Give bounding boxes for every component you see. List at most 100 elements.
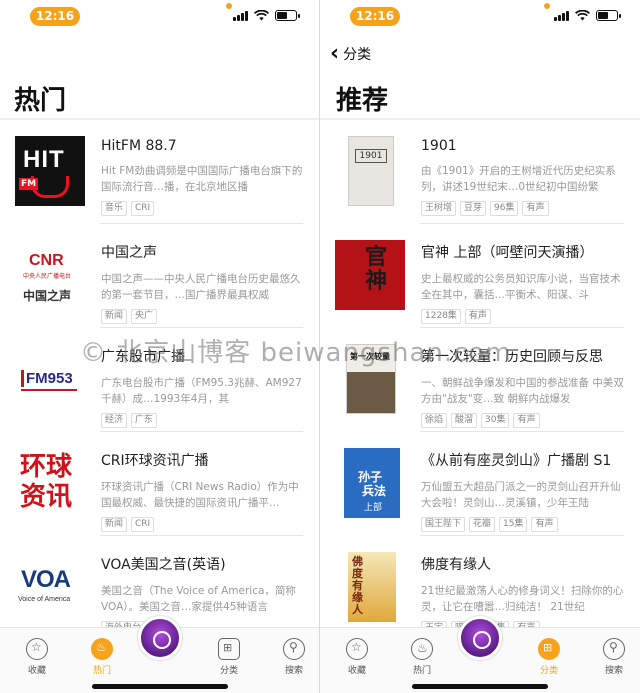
cover-text: 1901 (355, 149, 387, 163)
list-item[interactable]: FM953 广东股市广播 广东电台股市广播（FM95.3兆赫、AM927千赫）成… (0, 328, 319, 432)
tab-label: 搜索 (604, 666, 623, 676)
book-cover-1901: 1901 (348, 136, 394, 206)
tab-search[interactable]: ⚲ 搜索 (274, 638, 314, 676)
item-description: 美国之音（The Voice of America，简称VOA）。美国之音…家提… (101, 585, 296, 613)
app-screens: 12:16 热门 HIT FM HitFM 88.7 Hit FM劲曲调频是中国… (0, 0, 640, 693)
item-tag: 国王陛下 (421, 517, 466, 532)
tab-category[interactable]: ⊞ 分类 (209, 638, 249, 676)
status-dot (544, 3, 550, 9)
fire-icon: ♨ (91, 638, 113, 660)
station-logo-cri-news: 环球 资讯 (15, 448, 85, 518)
back-button[interactable]: ‹ 分类 (330, 41, 372, 66)
logo-text: 资讯 (20, 482, 73, 512)
item-tag: 王树增 (421, 201, 457, 216)
logo-text: 中国之声 (23, 289, 72, 303)
battery-icon (275, 10, 300, 21)
list-item[interactable]: 环球 资讯 CRI环球资讯广播 环球资讯广播（CRI News Radio）作为… (0, 432, 319, 536)
status-time: 12:16 (30, 7, 80, 26)
tab-label: 热门 (92, 666, 111, 676)
book-cover-lingjianshan: 孙子 兵法 上部 (344, 448, 400, 518)
cover-text: 第一次较量 (350, 352, 390, 361)
station-logo-hitfm: HIT FM (15, 136, 85, 206)
list-item[interactable]: 官神 官神 上部（呵壁问天演播） 史上最权威的公务员知识库小说，当官技术全在其中… (320, 224, 640, 328)
item-description: 一、朝鲜战争爆发和中国的参战准备 中美双方由"战友"变…致 朝鲜内战爆发 (421, 377, 624, 405)
grid-icon: ⊞ (538, 638, 560, 660)
tab-label: 热门 (412, 666, 431, 676)
page-title: 热门 (14, 86, 67, 116)
logo-text: FM (19, 178, 39, 190)
item-title: 中国之声 (101, 245, 157, 261)
star-icon: ☆ (346, 638, 368, 660)
item-tag: 新闻 (101, 309, 128, 324)
status-bar: 12:16 (0, 0, 319, 32)
home-indicator (91, 684, 228, 689)
signal-icon (233, 10, 248, 21)
recommend-screen: 12:16 ‹ 分类 推荐 1901 1901 由《1901》开启的王树增近代历… (320, 0, 640, 693)
item-tag: 30集 (481, 413, 510, 428)
status-time: 12:16 (350, 7, 400, 26)
home-indicator (412, 684, 548, 689)
item-tag: 酸溜 (451, 413, 478, 428)
item-tag: 豆芽 (460, 201, 487, 216)
logo-text: Voice of America (18, 596, 71, 603)
status-icons (233, 10, 300, 21)
item-description: 由《1901》开启的王树增近代历史纪实系列，讲述19世纪末…0世纪初中国纷繁 (421, 165, 616, 193)
list-item[interactable]: CNR 中央人民广播电台 中国之声 中国之声 中国之声——中央人民广播电台历史最… (0, 224, 319, 328)
logo-text: HIT (23, 146, 65, 173)
item-tag: 新闻 (101, 517, 128, 532)
item-tag: 央广 (131, 309, 158, 324)
battery-icon (596, 10, 621, 21)
cover-text: 上部 (364, 503, 383, 513)
item-tag: 有声 (522, 201, 549, 216)
item-tag: 有声 (464, 309, 491, 324)
chevron-left-icon: ‹ (330, 41, 340, 66)
tab-search[interactable]: ⚲ 搜索 (594, 638, 634, 676)
item-tag: CRI (131, 517, 155, 532)
list-item[interactable]: 1901 1901 由《1901》开启的王树增近代历史纪实系列，讲述19世纪末…… (320, 120, 640, 224)
item-tag: 1228集 (421, 309, 461, 324)
fire-icon: ♨ (411, 638, 433, 660)
item-title: 佛度有缘人 (421, 557, 491, 573)
signal-icon (554, 10, 569, 21)
page-title: 推荐 (336, 86, 389, 116)
player-button[interactable] (458, 616, 502, 660)
wifi-icon (575, 10, 590, 21)
station-logo-cnr: CNR 中央人民广播电台 中国之声 (15, 240, 85, 310)
tab-label: 分类 (219, 666, 238, 676)
book-cover-guanshen: 官神 (335, 240, 405, 310)
list-item[interactable]: 孙子 兵法 上部 《从前有座灵剑山》广播剧 S1 万仙盟五大超品门派之一的灵剑山… (320, 432, 640, 536)
star-icon: ☆ (26, 638, 48, 660)
tab-favorites[interactable]: ☆ 收藏 (17, 638, 57, 676)
tab-hot[interactable]: ♨ 热门 (402, 638, 442, 676)
item-tag: 有声 (531, 517, 558, 532)
cover-text: 兵法 (362, 484, 387, 498)
item-title: HitFM 88.7 (101, 138, 177, 154)
item-title: 1901 (421, 138, 457, 154)
status-dot (226, 3, 232, 9)
tab-label: 分类 (539, 666, 558, 676)
item-tag: 96集 (490, 201, 519, 216)
item-title: 《从前有座灵剑山》广播剧 S1 (421, 453, 612, 469)
back-label: 分类 (343, 47, 372, 63)
item-description: 21世纪最激荡人心的修身词义！扫除你的心灵，让它在嘈嚣…归纯洁！ 21世纪 (421, 585, 624, 613)
hot-screen: 12:16 热门 HIT FM HitFM 88.7 Hit FM劲曲调频是中国… (0, 0, 320, 693)
station-logo-voa: VOA Voice of America (15, 552, 85, 622)
tab-hot[interactable]: ♨ 热门 (82, 638, 122, 676)
tab-favorites[interactable]: ☆ 收藏 (337, 638, 377, 676)
item-title: CRI环球资讯广播 (101, 453, 209, 469)
tab-label: 收藏 (27, 666, 46, 676)
tab-bar: ☆ 收藏 ♨ 热门 ⊞ 分类 ⚲ 搜索 (0, 616, 319, 693)
tab-category[interactable]: ⊞ 分类 (529, 638, 569, 676)
tab-label: 收藏 (347, 666, 366, 676)
list-item[interactable]: 第一次较量 第一次较量：历史回顾与反思 一、朝鲜战争爆发和中国的参战准备 中美双… (320, 328, 640, 432)
list-item[interactable]: HIT FM HitFM 88.7 Hit FM劲曲调频是中国国际广播电台旗下的… (0, 120, 319, 224)
item-title: 广东股市广播 (101, 349, 185, 365)
logo-text: 中央人民广播电台 (23, 273, 72, 280)
logo-text: CNR (29, 252, 64, 269)
grid-icon: ⊞ (218, 638, 240, 660)
logo-text: VOA (21, 566, 71, 593)
item-description: 中国之声——中央人民广播电台历史最悠久的第一套节目，…国广播界最具权威 (101, 273, 301, 301)
item-tag: 15集 (499, 517, 528, 532)
item-description: 广东电台股市广播（FM95.3兆赫、AM927千赫）成…1993年4月，其 (101, 377, 302, 405)
player-button[interactable] (137, 616, 182, 660)
